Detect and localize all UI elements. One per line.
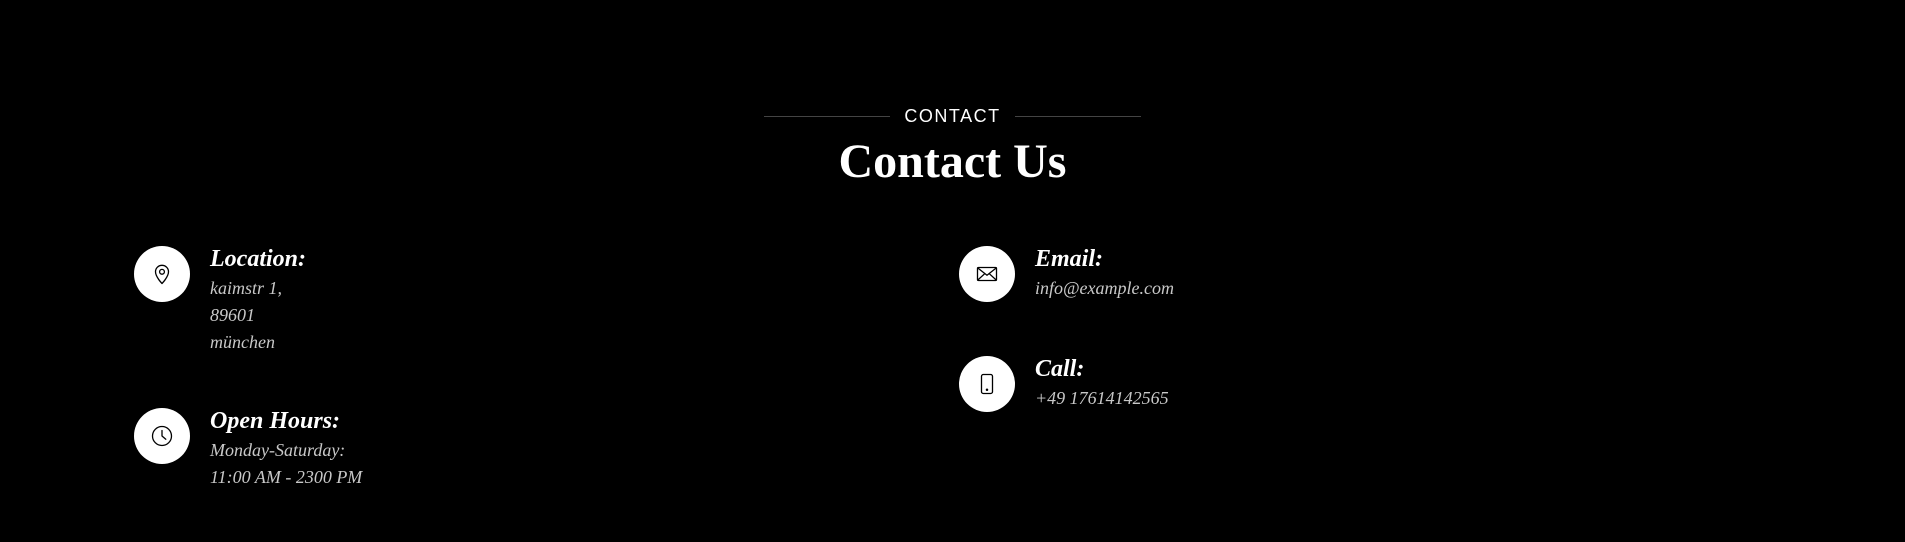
call-info: Call: +49 17614142565 (959, 356, 1169, 412)
open-hours-days: Monday-Saturday: (210, 440, 346, 460)
open-hours-text: Open Hours: Monday-Saturday: 11:00 AM - … (210, 405, 362, 491)
location-street: kaimstr 1, (210, 278, 282, 298)
open-hours-title: Open Hours: (210, 408, 341, 434)
location-title: Location: (210, 246, 306, 272)
email-text: Email: info@example.com (1035, 243, 1174, 302)
eyebrow-divider-left (764, 115, 891, 117)
location-text: Location: kaimstr 1, 89601 münchen (210, 243, 306, 356)
clock-icon (134, 408, 190, 464)
envelope-icon (959, 246, 1015, 302)
location-info: Location: kaimstr 1, 89601 münchen (134, 246, 306, 356)
section-title: Contact Us (838, 135, 1067, 188)
email-title: Email: (1035, 246, 1104, 272)
open-hours-times: 11:00 AM - 2300 PM (210, 467, 363, 487)
call-title: Call: (1035, 356, 1085, 382)
email-info: Email: info@example.com (959, 246, 1174, 302)
call-text: Call: +49 17614142565 (1035, 353, 1169, 412)
location-postcode: 89601 (210, 305, 255, 325)
section-eyebrow: CONTACT (0, 104, 1905, 128)
location-pin-icon (134, 246, 190, 302)
section-header: CONTACT Contact Us (0, 104, 1905, 190)
location-city: münchen (210, 332, 275, 352)
mobile-phone-icon (959, 356, 1015, 412)
open-hours-info: Open Hours: Monday-Saturday: 11:00 AM - … (134, 408, 362, 491)
eyebrow-divider-right (1014, 115, 1141, 117)
eyebrow-label: CONTACT (904, 106, 1001, 126)
email-address-link[interactable]: info@example.com (1035, 275, 1174, 302)
phone-number-link[interactable]: +49 17614142565 (1035, 385, 1169, 412)
